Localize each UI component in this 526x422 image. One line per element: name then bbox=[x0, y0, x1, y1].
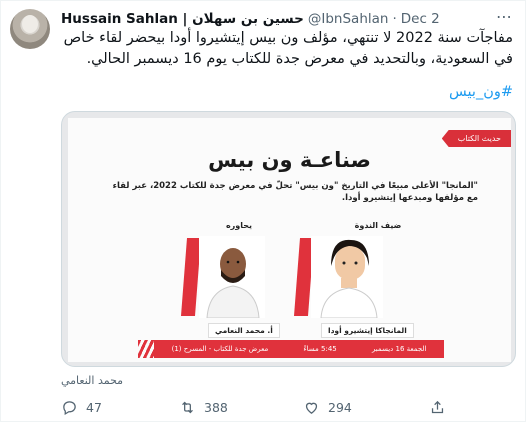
decor-red-shape bbox=[181, 238, 201, 316]
event-time: 5:45 مساءً bbox=[303, 345, 337, 353]
like-button[interactable]: 294 bbox=[303, 399, 352, 416]
avatar[interactable] bbox=[10, 9, 50, 49]
event-venue: معرض جدة للكتاب - المسرح (1) bbox=[171, 345, 269, 353]
reply-icon bbox=[63, 401, 76, 416]
reply-button[interactable]: 47 bbox=[61, 399, 102, 416]
tweet-header: Hussain Sahlan | حسين بن سهلان @IbnSahla… bbox=[61, 9, 440, 29]
event-poster: حديث الكتاب صناعـة ون بيس "المانجا" الأع… bbox=[68, 118, 511, 362]
more-horizontal-icon[interactable]: ⋯ bbox=[496, 7, 513, 26]
share-icon bbox=[431, 400, 444, 414]
share-button[interactable] bbox=[429, 399, 446, 416]
poster-description: "المانجا" الأعلى مبيعًا في التاريخ "ون ب… bbox=[112, 181, 478, 203]
guest-label: ضيف الندوة bbox=[354, 221, 402, 230]
media-caption: محمد النعامي bbox=[61, 374, 124, 387]
host-label: يحاوره bbox=[225, 221, 253, 230]
retweet-count: 388 bbox=[204, 400, 228, 415]
separator-dot: · bbox=[392, 11, 397, 27]
tweet-date[interactable]: Dec 2 bbox=[401, 11, 440, 27]
reply-count: 47 bbox=[86, 400, 102, 415]
retweet-button[interactable]: 388 bbox=[179, 399, 228, 416]
guest-photo bbox=[311, 236, 383, 318]
guest-name: المانجاكا إيتشيرو أودا bbox=[321, 323, 414, 338]
tweet-text: مفاجآت سنة 2022 لا تنتهي، مؤلف ون بيس إي… bbox=[63, 30, 513, 67]
tweet-actions: 47 388 294 bbox=[61, 399, 513, 417]
poster-ribbon: حديث الكتاب bbox=[441, 130, 511, 147]
media-image[interactable]: حديث الكتاب صناعـة ون بيس "المانجا" الأع… bbox=[61, 111, 516, 367]
retweet-icon bbox=[182, 401, 193, 414]
host-name: أ. محمد النعامي bbox=[208, 323, 280, 338]
host-photo bbox=[199, 236, 265, 318]
user-handle[interactable]: @IbnSahlan bbox=[308, 11, 389, 27]
poster-footer: الجمعة 16 ديسمبر 5:45 مساءً معرض جدة للك… bbox=[154, 340, 444, 358]
tweet[interactable]: Hussain Sahlan | حسين بن سهلان @IbnSahla… bbox=[0, 0, 526, 422]
hashtag-link[interactable]: #ون_بيس bbox=[449, 84, 513, 100]
display-name[interactable]: Hussain Sahlan | حسين بن سهلان bbox=[61, 11, 304, 27]
event-date: الجمعة 16 ديسمبر bbox=[371, 345, 427, 353]
poster-title: صناعـة ون بيس bbox=[208, 148, 371, 172]
heart-icon bbox=[305, 402, 318, 414]
like-count: 294 bbox=[328, 400, 352, 415]
